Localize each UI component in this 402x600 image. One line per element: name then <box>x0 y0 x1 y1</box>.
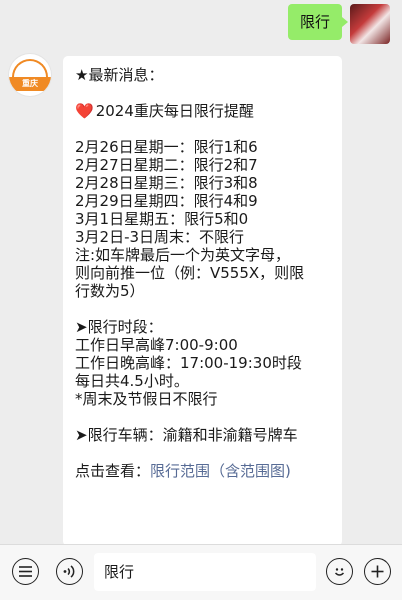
schedule-item: 2月27日星期二：限行2和7 <box>75 156 258 174</box>
vehicles-line: ➤限行车辆：渝籍和非渝籍号牌车 <box>75 426 298 444</box>
bot-avatar[interactable]: 重庆 <box>9 54 51 96</box>
schedule-item: 2月26日星期一：限行1和6 <box>75 138 258 156</box>
user-avatar[interactable] <box>350 4 390 44</box>
restriction-range-link[interactable]: 限行范围（含范围图) <box>150 462 291 480</box>
heart-icon: ❤️ <box>75 102 94 120</box>
link-row: 点击查看：限行范围（含范围图) <box>75 462 332 480</box>
message-header: ★最新消息： <box>75 66 164 84</box>
schedule-item: 2月29日星期四：限行4和9 <box>75 192 258 210</box>
schedule-item: 3月1日星期五：限行5和0 <box>75 210 249 228</box>
period-line: 每日共4.5小时。 <box>75 372 189 390</box>
chat-input-bar: 限行 <box>0 544 402 600</box>
plus-icon[interactable] <box>364 558 391 585</box>
message-headline-row: ❤️ 2024重庆每日限行提醒 <box>75 102 332 120</box>
message-headline: 2024重庆每日限行提醒 <box>95 102 254 120</box>
link-prefix: 点击查看： <box>75 462 151 480</box>
bot-avatar-label: 重庆 <box>9 77 51 91</box>
emoji-icon[interactable] <box>326 558 353 585</box>
note-line: 则向前推一位（例：V555X，则限 <box>75 264 305 282</box>
period-line: 工作日晚高峰：17:00-19:30时段 <box>75 354 302 372</box>
message-input[interactable]: 限行 <box>94 553 316 591</box>
bot-message-bubble[interactable]: ★最新消息： ❤️ 2024重庆每日限行提醒 2月26日星期一：限行1和6 2月2… <box>63 56 342 546</box>
chat-screen: 限行 重庆 ★最新消息： ❤️ 2024重庆每日限行提醒 2月26日星期一：限行1… <box>0 0 402 600</box>
brand-logo-icon <box>12 59 48 77</box>
user-message-text: 限行 <box>299 13 330 31</box>
schedule-item: 2月28日星期三：限行3和8 <box>75 174 258 192</box>
voice-icon[interactable] <box>56 558 83 585</box>
period-line: 工作日早高峰7:00-9:00 <box>75 336 238 354</box>
schedule-item: 3月2日-3日周末：不限行 <box>75 228 245 246</box>
user-message-bubble[interactable]: 限行 <box>287 4 349 40</box>
list-icon[interactable] <box>12 558 39 585</box>
user-message-row: 限行 <box>287 4 390 44</box>
note-line: 行数为5） <box>75 282 145 300</box>
period-line: *周末及节假日不限行 <box>75 390 218 408</box>
period-title: ➤限行时段： <box>75 318 163 336</box>
note-line: 注:如车牌最后一个为英文字母， <box>75 246 291 264</box>
